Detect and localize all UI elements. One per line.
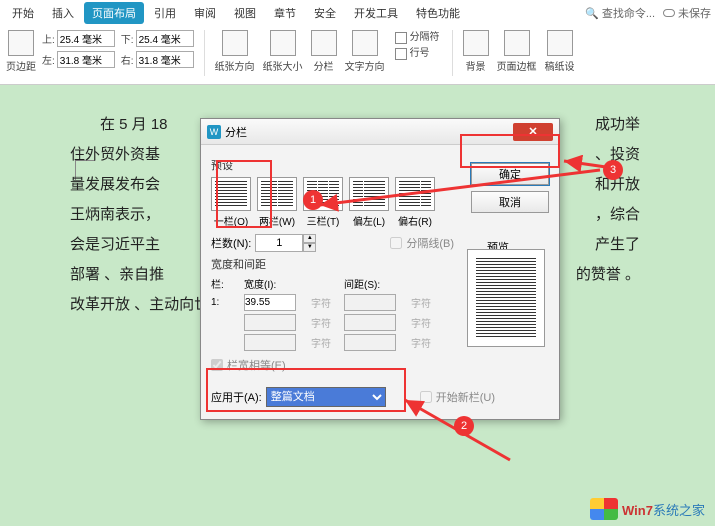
tab-review[interactable]: 审阅 (186, 2, 224, 24)
margin-right-label: 右: (121, 52, 134, 67)
columns-dialog: W 分栏 ✕ 预设 一栏(O) 两栏(W) 三栏(T) 偏左(L) 偏右(R) … (200, 118, 560, 420)
tab-view[interactable]: 视图 (226, 2, 264, 24)
spacing-3-input (344, 334, 396, 351)
apply-to-select[interactable]: 整篇文档 (266, 387, 386, 407)
linenum-icon (395, 48, 407, 60)
margin-left-label: 左: (42, 52, 55, 67)
preset-left[interactable]: 偏左(L) (349, 177, 389, 228)
column-count-input[interactable] (255, 234, 303, 252)
columns-label: 分栏 (314, 58, 334, 73)
command-search[interactable]: 🔍 查找命令... (585, 5, 655, 21)
dialog-app-icon: W (207, 125, 221, 139)
linenum-button[interactable]: 行号 (393, 46, 442, 62)
tab-insert[interactable]: 插入 (44, 2, 82, 24)
callout-badge-3: 3 (603, 160, 623, 180)
papersize-icon[interactable] (270, 30, 296, 56)
unit-3: 字符 (311, 315, 341, 330)
textdir-label: 文字方向 (345, 58, 385, 73)
tab-feature[interactable]: 特色功能 (408, 2, 468, 24)
tab-start[interactable]: 开始 (4, 2, 42, 24)
manuscript-label: 稿纸设 (545, 58, 575, 73)
tab-ref[interactable]: 引用 (146, 2, 184, 24)
unit-4: 字符 (411, 315, 441, 330)
textdir-icon[interactable] (352, 30, 378, 56)
column-count-label: 栏数(N): (211, 235, 251, 251)
unit-6: 字符 (411, 335, 441, 350)
manuscript-icon[interactable] (547, 30, 573, 56)
separator-icon (395, 32, 407, 44)
col-1-label: 1: (211, 297, 241, 308)
width-3-input (244, 334, 296, 351)
margin-bottom-label: 下: (121, 31, 134, 46)
ok-button[interactable]: 确定 (471, 163, 549, 185)
equal-width-label: 栏宽相等(E) (227, 357, 286, 373)
margins-icon[interactable] (8, 30, 34, 56)
spacing-1-input (344, 294, 396, 311)
pageborder-label: 页面边框 (497, 58, 537, 73)
margin-top-label: 上: (42, 31, 55, 46)
margin-left-input[interactable] (57, 51, 115, 68)
background-icon[interactable] (463, 30, 489, 56)
unit-2: 字符 (411, 295, 441, 310)
margin-right-input[interactable] (136, 51, 194, 68)
margin-top-input[interactable] (57, 30, 115, 47)
columns-icon[interactable] (311, 30, 337, 56)
margin-bottom-input[interactable] (136, 30, 194, 47)
callout-badge-2: 2 (454, 416, 474, 436)
background-label: 背景 (466, 58, 486, 73)
separator-button[interactable]: 分隔符 (393, 30, 442, 46)
dialog-title: 分栏 (225, 124, 247, 140)
orientation-label: 纸张方向 (215, 58, 255, 73)
close-button[interactable]: ✕ (513, 123, 553, 141)
width-2-input (244, 314, 296, 331)
unsaved-indicator[interactable]: 未保存 (663, 5, 711, 21)
tab-dev[interactable]: 开发工具 (346, 2, 406, 24)
tab-chapter[interactable]: 章节 (266, 2, 304, 24)
new-column-checkbox (420, 391, 432, 403)
preview-box (467, 249, 545, 347)
watermark-logo-icon (590, 498, 618, 520)
tab-layout[interactable]: 页面布局 (84, 2, 144, 24)
margins-label: 页边距 (6, 58, 36, 73)
spin-up[interactable]: ▲ (303, 234, 316, 243)
width-header: 宽度(I): (244, 276, 308, 291)
callout-badge-1: 1 (303, 190, 323, 210)
watermark: Win7系统之家 (590, 498, 705, 520)
equal-width-checkbox (211, 359, 223, 371)
separator-line-label: 分隔线(B) (406, 235, 454, 251)
papersize-label: 纸张大小 (263, 58, 303, 73)
spacing-header: 间距(S): (344, 276, 408, 291)
orientation-icon[interactable] (222, 30, 248, 56)
cloud-icon (663, 9, 675, 17)
preset-two[interactable]: 两栏(W) (257, 177, 297, 228)
preset-one[interactable]: 一栏(O) (211, 177, 251, 228)
pageborder-icon[interactable] (504, 30, 530, 56)
unit-5: 字符 (311, 335, 341, 350)
cancel-button[interactable]: 取消 (471, 191, 549, 213)
apply-to-label: 应用于(A): (211, 389, 262, 405)
tab-security[interactable]: 安全 (306, 2, 344, 24)
spacing-2-input (344, 314, 396, 331)
new-column-label: 开始新栏(U) (436, 389, 495, 405)
preset-right[interactable]: 偏右(R) (395, 177, 435, 228)
width-1-input[interactable] (244, 294, 296, 311)
separator-line-checkbox (390, 237, 402, 249)
unit-1: 字符 (311, 295, 341, 310)
col-header: 栏: (211, 276, 241, 291)
spin-down[interactable]: ▼ (303, 243, 316, 252)
